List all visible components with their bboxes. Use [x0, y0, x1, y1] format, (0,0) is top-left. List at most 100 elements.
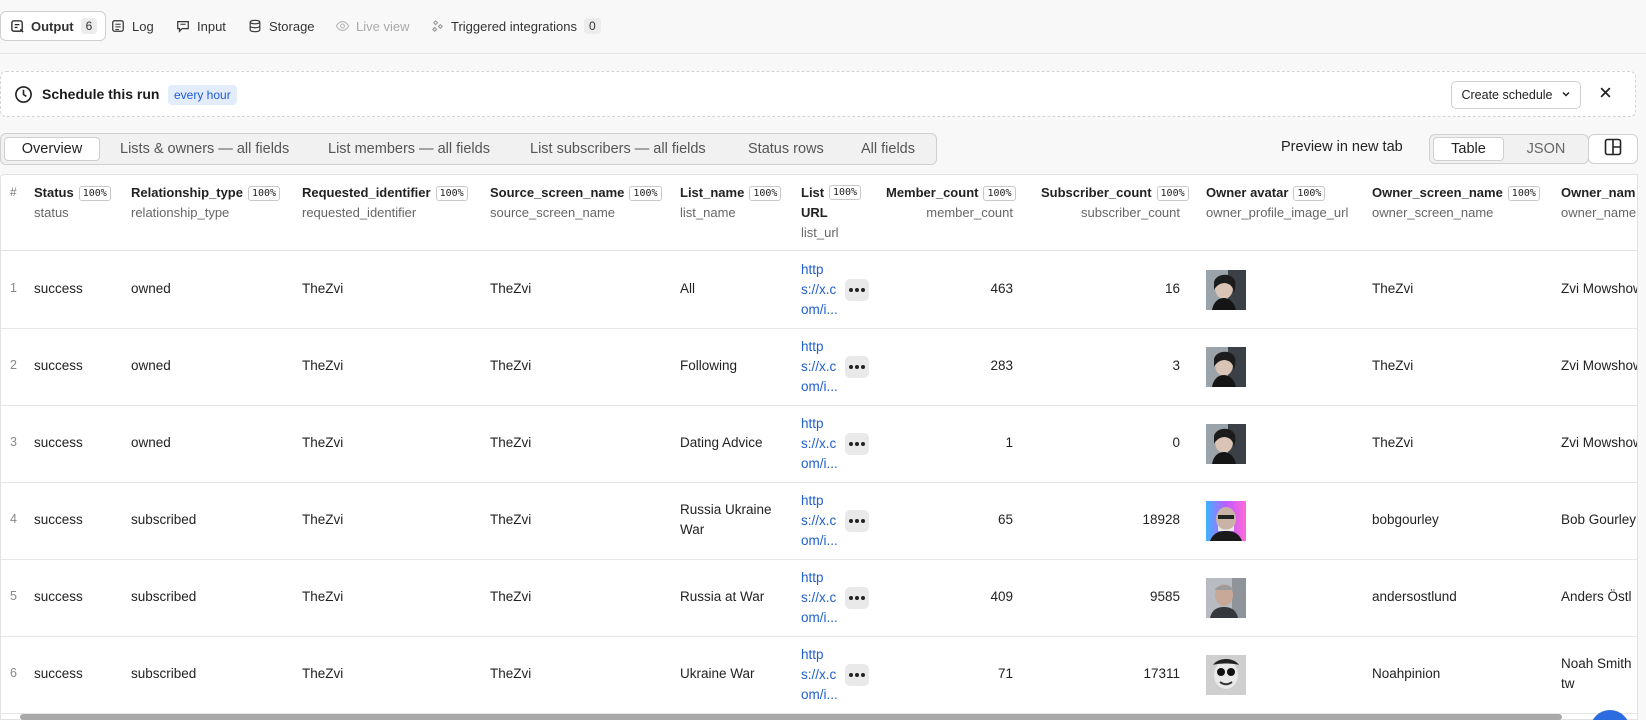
- owner-avatar[interactable]: [1206, 424, 1246, 464]
- list-url-text: s://x.c: [801, 359, 837, 374]
- horizontal-scrollbar[interactable]: [20, 714, 1562, 720]
- list-url-text: http: [801, 416, 824, 431]
- cell-list-name-2: War: [680, 522, 705, 537]
- cell-relationship-type: subscribed: [131, 666, 197, 681]
- output-icon: [9, 18, 25, 34]
- cell-member-count: 283: [990, 358, 1013, 373]
- cell-idx: 4: [10, 512, 17, 526]
- tab-storage-label: Storage: [269, 18, 315, 34]
- owner-avatar[interactable]: [1206, 578, 1246, 618]
- column-field-key: source_screen_name: [490, 205, 616, 220]
- tab-log-label: Log: [132, 18, 154, 34]
- cell-subscriber-count: 16: [1164, 281, 1180, 296]
- more-options-icon[interactable]: [845, 279, 869, 301]
- fill-rate-badge: 100%: [983, 186, 1016, 201]
- cell-owner-name-1: Zvi Mowshow: [1561, 358, 1638, 373]
- cell-relationship-type: owned: [131, 435, 171, 450]
- list-url-link[interactable]: http s://x.c om/i...: [801, 260, 841, 320]
- row-divider: [1, 405, 1637, 406]
- row-divider: [1, 559, 1637, 560]
- column-field-key: list_url: [801, 225, 839, 240]
- tab-live-view[interactable]: Live view: [334, 11, 409, 41]
- cell-relationship-type: owned: [131, 358, 171, 373]
- cell-idx: 2: [10, 358, 17, 372]
- list-url-link[interactable]: http s://x.c om/i...: [801, 337, 841, 397]
- list-url-text: http: [801, 493, 824, 508]
- eye-icon: [334, 18, 350, 34]
- view-tab-lists-owners[interactable]: Lists & owners — all fields: [104, 137, 305, 161]
- layout-toggle-button[interactable]: [1588, 134, 1638, 164]
- list-url-link[interactable]: http s://x.c om/i...: [801, 645, 841, 705]
- cell-list-name-1: Russia Ukraine: [680, 502, 772, 517]
- list-url-text: http: [801, 647, 824, 662]
- list-url-link[interactable]: http s://x.c om/i...: [801, 568, 841, 628]
- view-tab-overview[interactable]: Overview: [4, 137, 100, 161]
- list-url-text: s://x.c: [801, 436, 837, 451]
- cell-source-screen-name: TheZvi: [490, 435, 532, 450]
- column-name: Source_screen_name: [490, 185, 625, 200]
- cell-owner-name-1: Noah Smith: [1561, 656, 1632, 671]
- tab-storage[interactable]: Storage: [247, 11, 315, 41]
- tab-input[interactable]: Input: [175, 11, 226, 41]
- view-tab-status-rows[interactable]: Status rows: [732, 137, 840, 161]
- view-tab-list-subscribers[interactable]: List subscribers — all fields: [514, 137, 722, 161]
- owner-avatar[interactable]: [1206, 655, 1246, 695]
- fill-rate-badge: 100%: [829, 185, 862, 200]
- cell-member-count: 65: [997, 512, 1013, 527]
- cell-list-name-1: Ukraine War: [680, 666, 755, 681]
- cell-requested-identifier: TheZvi: [302, 589, 344, 604]
- chevron-down-icon: [1561, 88, 1571, 102]
- preview-in-new-tab-link[interactable]: Preview in new tab: [1281, 139, 1403, 155]
- cell-owner-name-1: Bob Gourley: [1561, 512, 1637, 527]
- column-name: Status: [34, 185, 74, 200]
- cell-status: success: [34, 358, 83, 373]
- more-options-icon[interactable]: [845, 510, 869, 532]
- more-options-icon[interactable]: [845, 433, 869, 455]
- cell-status: success: [34, 512, 83, 527]
- cell-relationship-type: subscribed: [131, 512, 197, 527]
- view-tab-all-fields[interactable]: All fields: [845, 137, 931, 161]
- more-options-icon[interactable]: [845, 664, 869, 686]
- list-url-link[interactable]: http s://x.c om/i...: [801, 491, 841, 551]
- list-url-text: http: [801, 262, 824, 277]
- cell-subscriber-count: 3: [1172, 358, 1180, 373]
- format-toggle: Table JSON: [1429, 134, 1589, 164]
- owner-avatar[interactable]: [1206, 270, 1246, 310]
- cell-owner-screen-name: andersostlund: [1372, 589, 1457, 604]
- tab-triggered-integrations[interactable]: Triggered integrations 0: [429, 11, 601, 41]
- column-field-key: owner_profile_image_url: [1206, 205, 1349, 220]
- layout-panels-icon: [1604, 138, 1622, 161]
- cell-owner-name-1: Anders Östl: [1561, 589, 1632, 604]
- column-name: List 100%: [801, 185, 862, 200]
- cell-owner-screen-name: bobgourley: [1372, 512, 1439, 527]
- cell-owner-name-1: Zvi Mowshow: [1561, 281, 1638, 296]
- cell-requested-identifier: TheZvi: [302, 358, 344, 373]
- top-tab-bar: Output 6 Log Input Storage Live view Tri…: [0, 0, 1646, 54]
- create-schedule-button[interactable]: Create schedule: [1451, 81, 1581, 109]
- close-icon[interactable]: [1599, 85, 1612, 103]
- table-view-option[interactable]: Table: [1433, 137, 1504, 161]
- cell-status: success: [34, 666, 83, 681]
- owner-avatar[interactable]: [1206, 347, 1246, 387]
- cell-member-count: 1: [1005, 435, 1013, 450]
- tab-output-label: Output: [31, 18, 74, 34]
- tab-log[interactable]: Log: [110, 11, 154, 41]
- list-url-text: om/i...: [801, 610, 838, 625]
- more-options-icon[interactable]: [845, 587, 869, 609]
- cell-owner-screen-name: TheZvi: [1372, 358, 1414, 373]
- tab-output[interactable]: Output 6: [0, 11, 107, 41]
- list-url-text: s://x.c: [801, 590, 837, 605]
- fill-rate-badge: 100%: [749, 186, 782, 201]
- column-name: Requested_identifier: [302, 185, 431, 200]
- view-tab-bar: Overview Lists & owners — all fields Lis…: [0, 133, 937, 165]
- list-url-link[interactable]: http s://x.c om/i...: [801, 414, 841, 474]
- owner-avatar[interactable]: [1206, 501, 1246, 541]
- view-tab-list-members[interactable]: List members — all fields: [312, 137, 506, 161]
- json-view-option[interactable]: JSON: [1508, 137, 1584, 161]
- row-divider: [1, 482, 1637, 483]
- cell-owner-name-1: Zvi Mowshow: [1561, 435, 1638, 450]
- cell-source-screen-name: TheZvi: [490, 512, 532, 527]
- cell-owner-screen-name: Noahpinion: [1372, 666, 1441, 681]
- more-options-icon[interactable]: [845, 356, 869, 378]
- row-divider: [1, 328, 1637, 329]
